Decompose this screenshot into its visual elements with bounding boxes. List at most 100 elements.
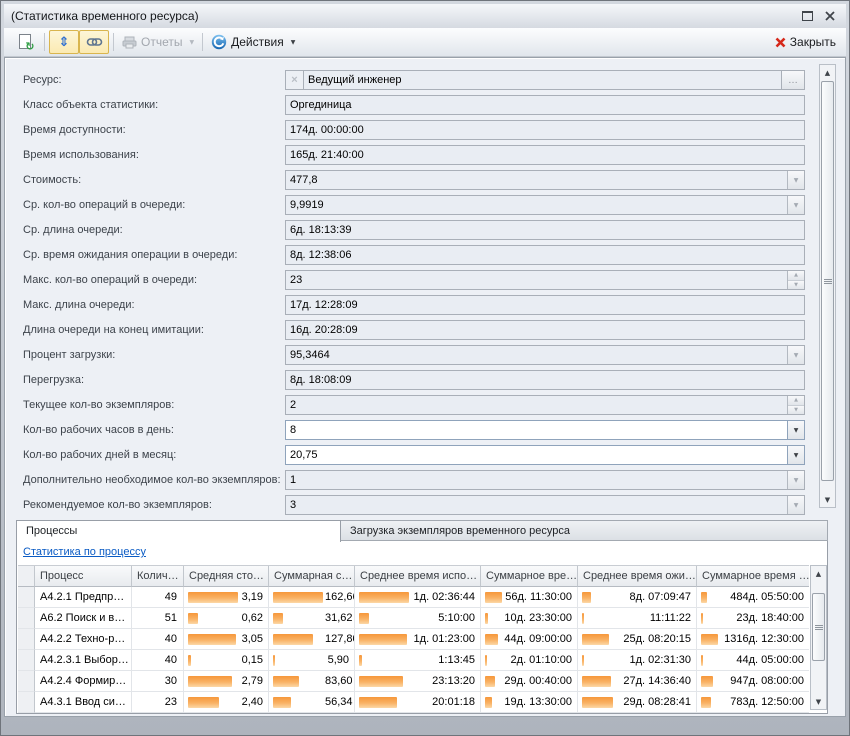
row-indicator [18, 629, 35, 650]
overload-field[interactable]: 8д. 18:08:09 [285, 370, 805, 390]
avg-wait-time-field[interactable]: 8д. 12:38:06 [285, 245, 805, 265]
usage-time-field[interactable]: 165д. 21:40:00 [285, 145, 805, 165]
refresh-button[interactable]: ↻ [10, 30, 40, 54]
field-value: 20,75 [286, 446, 787, 464]
field-value: 3 [286, 496, 787, 514]
scroll-up-icon[interactable]: ▲ [820, 65, 835, 80]
field-label: Ресурс: [23, 74, 285, 86]
scrollbar-thumb[interactable] [812, 593, 825, 661]
load-percent-field[interactable]: 95,3464 ▼ [285, 345, 805, 365]
process-statistics-link[interactable]: Статистика по процессу [23, 546, 146, 558]
cell-process: А6.2 Поиск и в… [35, 608, 132, 629]
dropdown-button[interactable]: ▼ [787, 346, 804, 364]
value-bar [359, 697, 397, 708]
column-header-sum-wait-time[interactable]: Суммарное время … [697, 566, 809, 587]
table-row[interactable]: А4.3.1 Ввод си… 23 2,40 56,34 20:01:18 1… [18, 692, 809, 713]
form-scrollbar[interactable]: ▲ ▼ [819, 64, 836, 508]
form-row: Время использования: 165д. 21:40:00 [23, 145, 805, 165]
cell-sum-use-time: 44д. 09:00:00 [481, 629, 578, 650]
avg-queue-length-field[interactable]: 6д. 18:13:39 [285, 220, 805, 240]
work-days-per-month-field[interactable]: 20,75 ▼ [285, 445, 805, 465]
field-value: 174д. 00:00:00 [286, 121, 804, 139]
max-ops-in-queue-field[interactable]: 23 ▲▼ [285, 270, 805, 290]
toolbar: ↻ ⇕ Отчеты ▼ [4, 28, 846, 57]
table-row[interactable]: А4.2.1 Предпр… 49 3,19 162,66 1д. 02:36:… [18, 587, 809, 608]
availability-time-field[interactable]: 174д. 00:00:00 [285, 120, 805, 140]
value-bar [582, 592, 591, 603]
value-bar [582, 697, 613, 708]
table-row[interactable]: А4.2.4 Формир… 30 2,79 83,60 23:13:20 29… [18, 671, 809, 692]
field-value: 17д. 12:28:09 [286, 296, 804, 314]
dropdown-button[interactable]: ▼ [787, 496, 804, 514]
value-bar [485, 697, 492, 708]
spinner[interactable]: ▲▼ [787, 396, 804, 414]
field-label: Класс объекта статистики: [23, 99, 285, 111]
cell-avg-use-time: 1д. 01:23:00 [355, 629, 481, 650]
spinner[interactable]: ▲▼ [787, 271, 804, 289]
table-row[interactable]: А4.2.3.1 Выбор… 40 0,15 5,90 1:13:45 2д.… [18, 650, 809, 671]
additional-instances-field[interactable]: 1 ▼ [285, 470, 805, 490]
window-title: (Статистика временного ресурса) [11, 9, 802, 23]
dropdown-button[interactable]: ▼ [787, 196, 804, 214]
current-instances-field[interactable]: 2 ▲▼ [285, 395, 805, 415]
work-hours-per-day-field[interactable]: 8 ▼ [285, 420, 805, 440]
link-button[interactable] [79, 30, 109, 54]
column-header-process[interactable]: Процесс [35, 566, 132, 587]
column-header-avg-wait-time[interactable]: Среднее время ожи… [578, 566, 697, 587]
value-bar [582, 676, 611, 687]
scroll-down-icon[interactable]: ▼ [820, 492, 835, 507]
table-row[interactable]: А4.2.2 Техно-р… 40 3,05 127,80 1д. 01:23… [18, 629, 809, 650]
column-header-sum-cost[interactable]: Суммарная с… [269, 566, 355, 587]
table-scrollbar[interactable]: ▲ ▼ [810, 565, 827, 710]
close-icon[interactable] [825, 11, 835, 21]
column-header-avg-cost[interactable]: Средняя сто… [184, 566, 269, 587]
max-queue-length-field[interactable]: 17д. 12:28:09 [285, 295, 805, 315]
scroll-up-icon[interactable]: ▲ [811, 566, 826, 581]
spin-up-icon[interactable]: ▲ [788, 396, 804, 406]
resource-field[interactable]: × Ведущий инженер … [285, 70, 805, 90]
reports-button[interactable]: Отчеты ▼ [118, 30, 198, 54]
toolbar-separator [202, 33, 203, 51]
value-bar [701, 697, 711, 708]
stat-class-field[interactable]: Оргединица [285, 95, 805, 115]
ellipsis-button[interactable]: … [781, 71, 804, 89]
dropdown-button[interactable]: ▼ [787, 421, 804, 439]
cell-count: 49 [132, 587, 184, 608]
avg-ops-in-queue-field[interactable]: 9,9919 ▼ [285, 195, 805, 215]
column-header-sum-use-time[interactable]: Суммарное вре… [481, 566, 578, 587]
cell-sum-use-time: 2д. 01:10:00 [481, 650, 578, 671]
dropdown-button[interactable]: ▼ [787, 471, 804, 489]
cell-avg-wait-time: 11:11:22 [578, 608, 697, 629]
clear-icon[interactable]: × [286, 71, 304, 89]
tab-processes[interactable]: Процессы [16, 520, 341, 542]
scroll-down-icon[interactable]: ▼ [811, 694, 826, 709]
scrollbar-thumb[interactable] [821, 81, 834, 481]
queue-length-at-end-field[interactable]: 16д. 20:28:09 [285, 320, 805, 340]
table-row[interactable]: А6.2 Поиск и в… 51 0,62 31,62 5:10:00 10… [18, 608, 809, 629]
cell-sum-use-time: 29д. 00:40:00 [481, 671, 578, 692]
app-window: (Статистика временного ресурса) ↻ ⇕ [0, 0, 850, 736]
spin-down-icon[interactable]: ▼ [788, 406, 804, 415]
field-label: Рекомендуемое кол-во экземпляров: [23, 499, 285, 511]
tab-resource-instances-load[interactable]: Загрузка экземпляров временного ресурса [341, 520, 828, 541]
maximize-icon[interactable] [802, 11, 813, 21]
fit-height-button[interactable]: ⇕ [49, 30, 79, 54]
column-header-count[interactable]: Колич… [132, 566, 184, 587]
cell-sum-cost: 5,90 [269, 650, 355, 671]
cost-field[interactable]: 477,8 ▼ [285, 170, 805, 190]
recommended-instances-field[interactable]: 3 ▼ [285, 495, 805, 515]
field-value: 16д. 20:28:09 [286, 321, 804, 339]
field-label: Процент загрузки: [23, 349, 285, 361]
field-label: Длина очереди на конец имитации: [23, 324, 285, 336]
cell-avg-cost: 3,19 [184, 587, 269, 608]
close-window-button[interactable]: Закрыть [771, 30, 840, 54]
spin-up-icon[interactable]: ▲ [788, 271, 804, 281]
actions-button[interactable]: Действия ▼ [207, 30, 299, 54]
cell-sum-cost: 56,34 [269, 692, 355, 713]
dropdown-button[interactable]: ▼ [787, 171, 804, 189]
column-header-avg-use-time[interactable]: Среднее время испо… [355, 566, 481, 587]
spin-down-icon[interactable]: ▼ [788, 281, 804, 290]
cell-process: А4.3.1 Ввод си… [35, 692, 132, 713]
row-indicator [18, 671, 35, 692]
dropdown-button[interactable]: ▼ [787, 446, 804, 464]
